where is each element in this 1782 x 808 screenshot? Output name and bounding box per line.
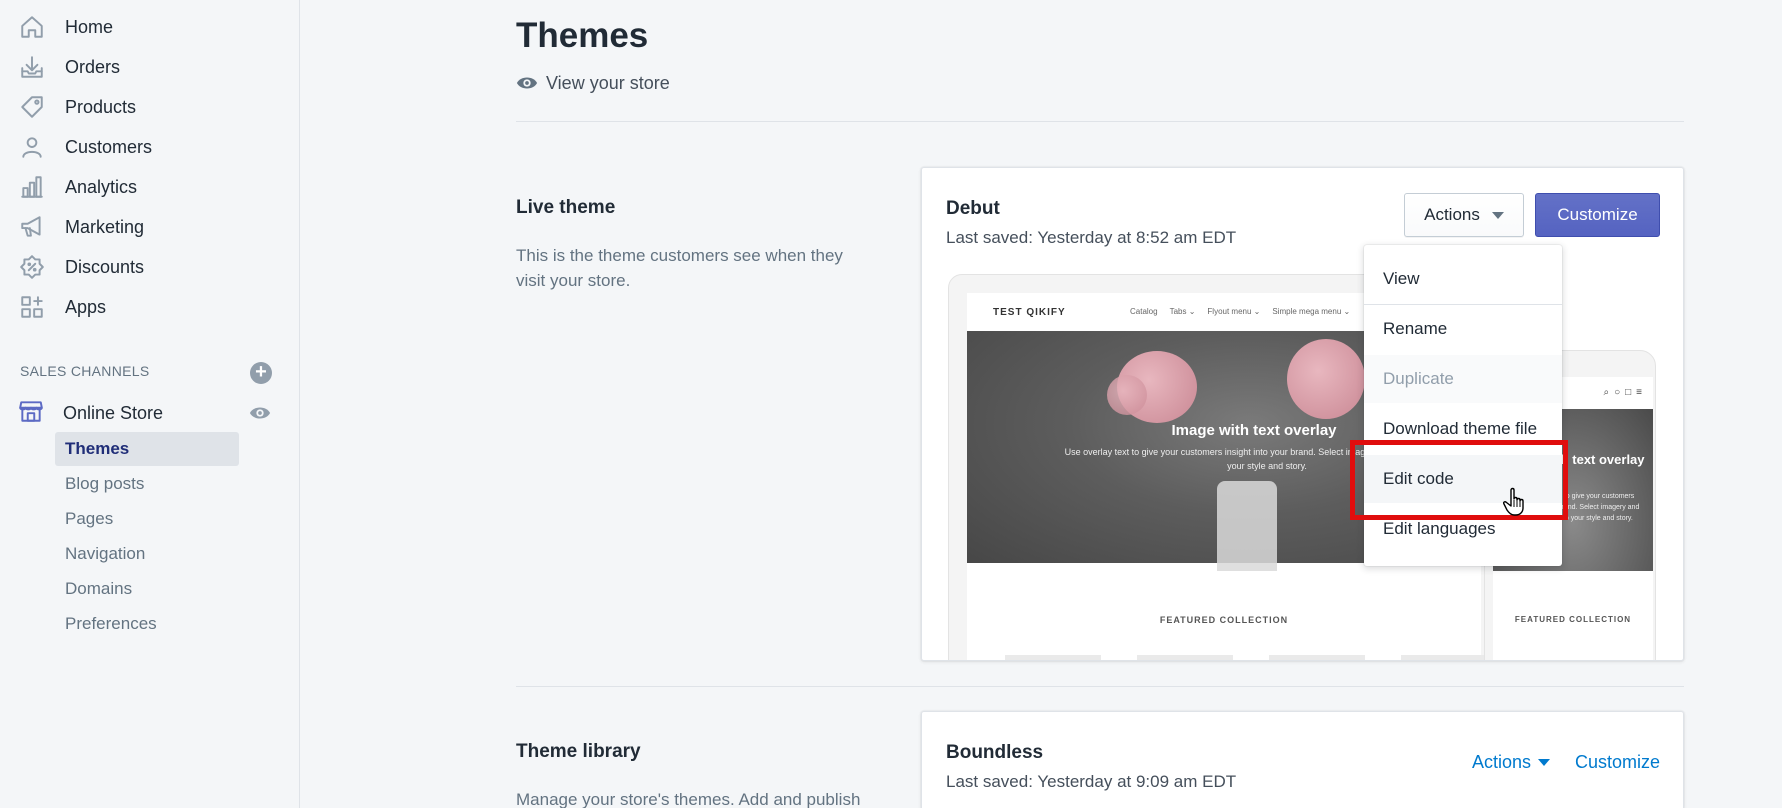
sub-item-navigation[interactable]: Navigation	[55, 537, 239, 571]
preview-nav-item: Catalog	[1130, 307, 1158, 316]
caret-down-icon	[1538, 759, 1551, 766]
nav-item-online-store[interactable]: Online Store	[18, 396, 163, 430]
theme-library-description: Manage your store's themes. Add and publ…	[516, 790, 861, 808]
theme-name: Boundless	[946, 742, 1044, 763]
tag-icon	[18, 93, 46, 121]
nav-item-discounts[interactable]: Discounts	[18, 250, 144, 284]
preview-nav-item: Simple mega menu ⌄	[1272, 307, 1351, 316]
nav-label: Discounts	[65, 256, 145, 277]
nav-label: Marketing	[65, 216, 145, 237]
bar-chart-icon	[18, 173, 46, 201]
nav-item-analytics[interactable]: Analytics	[18, 170, 137, 204]
view-store-label: View your store	[546, 72, 670, 93]
actions-label: Actions	[1472, 752, 1532, 772]
sub-item-pages[interactable]: Pages	[55, 502, 239, 536]
sub-item-domains[interactable]: Domains	[55, 572, 239, 606]
live-theme-description: This is the theme customers see when the…	[516, 246, 843, 290]
add-sales-channel-icon[interactable]: +	[250, 362, 272, 384]
divider	[516, 686, 1684, 687]
live-theme-heading: Live theme	[516, 197, 616, 218]
theme-last-saved: Last saved: Yesterday at 8:52 am EDT	[946, 228, 1237, 247]
actions-button[interactable]: Actions	[1404, 193, 1524, 237]
mobile-header-icons: ⌕○□≡	[1603, 387, 1647, 398]
boundless-theme-card: Boundless Last saved: Yesterday at 9:09 …	[921, 711, 1684, 808]
sub-item-blog-posts[interactable]: Blog posts	[55, 467, 239, 501]
sales-channels-header: SALES CHANNELS	[20, 363, 150, 379]
apps-grid-icon	[18, 293, 46, 321]
preview-nav-item: Tabs ⌄	[1169, 307, 1196, 316]
nav-item-marketing[interactable]: Marketing	[18, 210, 144, 244]
nav-label: Customers	[65, 136, 153, 157]
actions-label: Actions	[1424, 205, 1480, 224]
preview-featured-heading: FEATURED COLLECTION	[1159, 615, 1289, 625]
customize-link[interactable]: Customize	[1575, 752, 1660, 773]
actions-link[interactable]: Actions	[1472, 752, 1551, 773]
preview-store-name: TEST QIKIFY	[993, 307, 1066, 318]
nav-item-apps[interactable]: Apps	[18, 290, 106, 324]
eye-icon	[516, 77, 538, 89]
nav-label: Home	[65, 16, 114, 37]
discount-badge-icon	[18, 253, 46, 281]
theme-last-saved: Last saved: Yesterday at 9:09 am EDT	[946, 772, 1237, 791]
menu-item-rename[interactable]: Rename	[1364, 305, 1562, 353]
menu-item-duplicate: Duplicate	[1364, 355, 1562, 403]
preview-nav: Catalog Tabs ⌄ Flyout menu ⌄ Simple mega…	[1130, 307, 1350, 316]
preview-nav-item: Flyout menu ⌄	[1207, 307, 1261, 316]
mobile-featured-heading: FEATURED COLLECTION	[1514, 615, 1632, 624]
person-icon	[18, 133, 46, 161]
sub-item-themes[interactable]: Themes	[55, 432, 239, 466]
caret-down-icon	[1491, 211, 1504, 219]
nav-item-products[interactable]: Products	[18, 90, 136, 124]
nav-item-orders[interactable]: Orders	[18, 50, 120, 84]
nav-label: Orders	[65, 56, 121, 77]
orders-icon	[18, 53, 46, 81]
theme-library-heading: Theme library	[516, 741, 641, 762]
menu-item-view[interactable]: View	[1364, 255, 1562, 303]
nav-item-home[interactable]: Home	[18, 10, 113, 44]
view-store-link[interactable]: View your store	[516, 72, 670, 94]
nav-label: Online Store	[63, 402, 164, 423]
home-icon	[18, 13, 46, 41]
edit-code-highlight	[1350, 440, 1568, 520]
live-theme-card: Debut Last saved: Yesterday at 8:52 am E…	[921, 167, 1684, 661]
page-title: Themes	[516, 16, 649, 55]
nav-item-customers[interactable]: Customers	[18, 130, 152, 164]
hand-cursor-icon	[1503, 487, 1529, 522]
nav-label: Analytics	[65, 176, 138, 197]
sidebar: Home Orders Products Customers Analytics…	[0, 0, 300, 808]
nav-label: Products	[65, 96, 137, 117]
eye-icon[interactable]	[249, 402, 271, 429]
sub-item-preferences[interactable]: Preferences	[55, 607, 239, 641]
divider	[516, 121, 1684, 122]
theme-name: Debut	[946, 198, 1000, 219]
megaphone-icon	[18, 213, 46, 241]
customize-button[interactable]: Customize	[1535, 193, 1660, 237]
store-icon	[18, 398, 44, 429]
nav-label: Apps	[65, 296, 107, 317]
